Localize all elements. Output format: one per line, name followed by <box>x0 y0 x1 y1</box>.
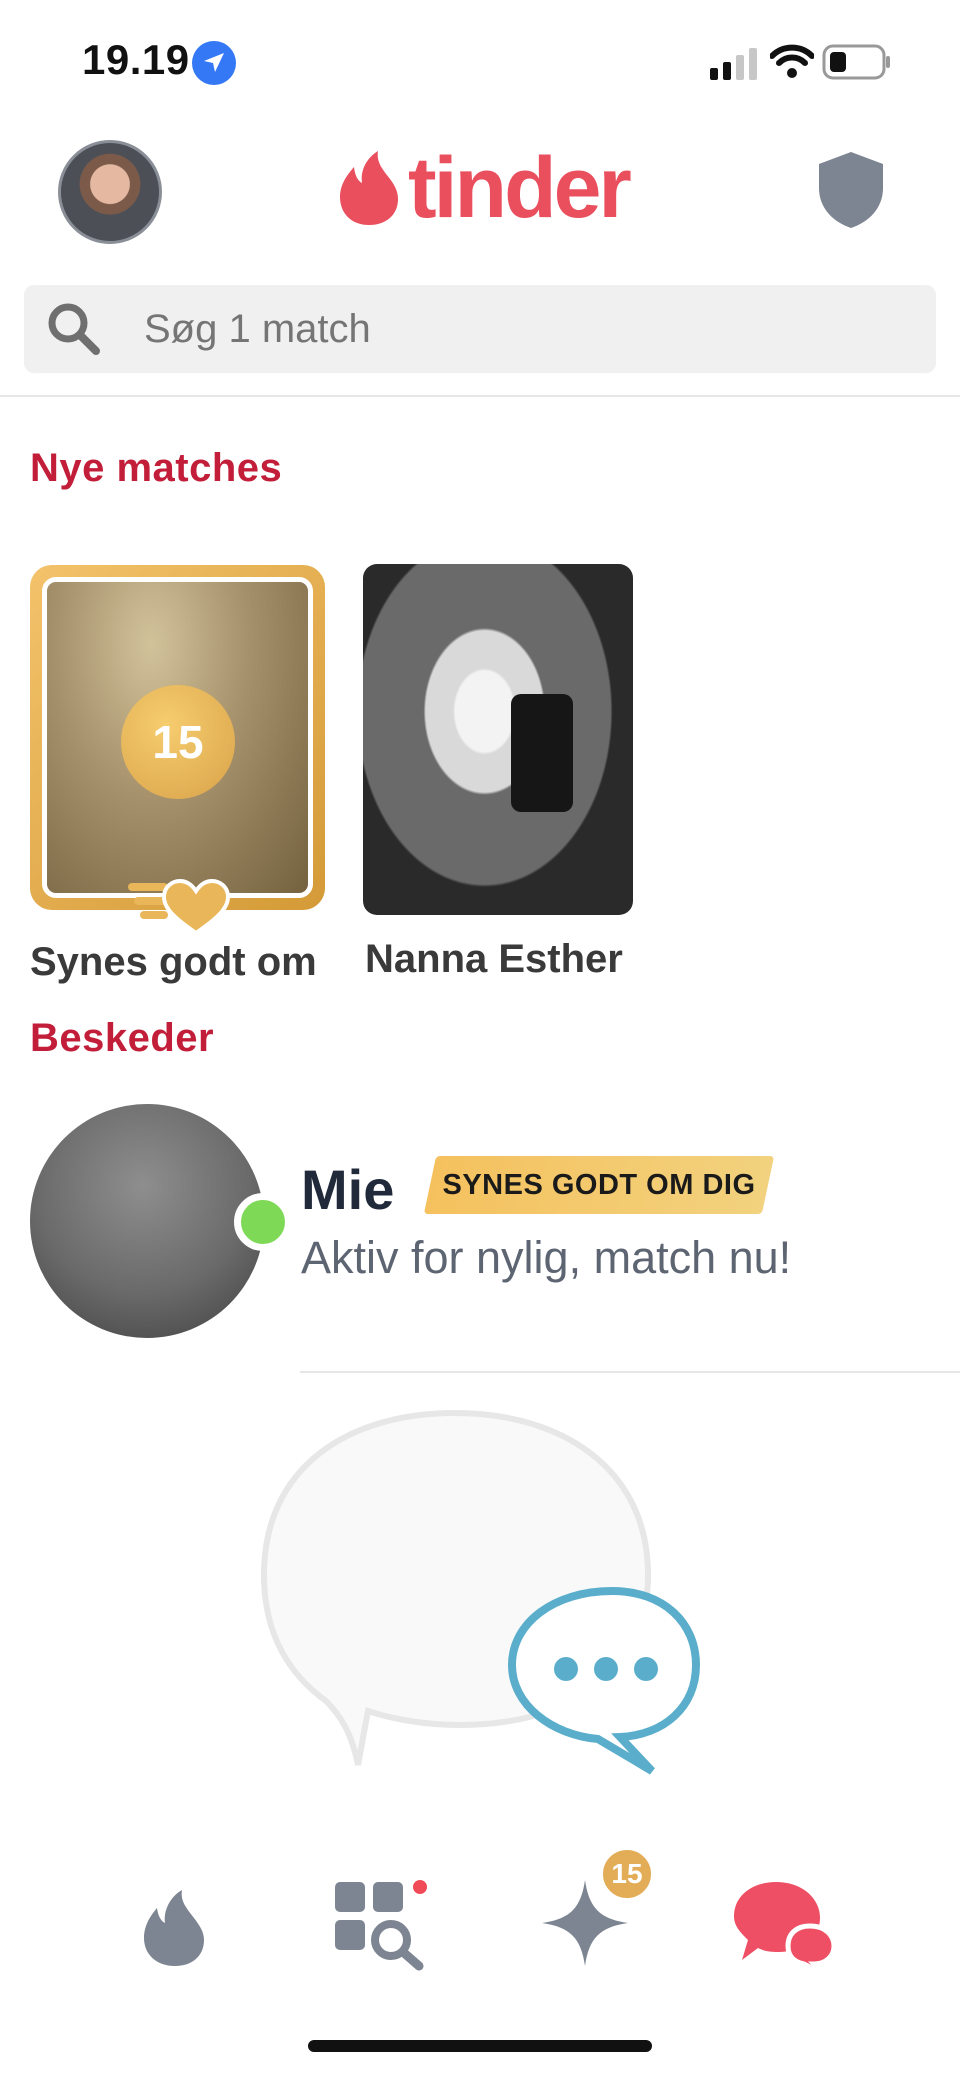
message-avatar[interactable] <box>30 1104 264 1338</box>
flame-logo-icon <box>340 151 398 225</box>
messages-title: Beskeder <box>30 1016 215 1060</box>
message-name: Mie <box>301 1158 395 1221</box>
photo-phone <box>511 694 573 812</box>
match-name-label: Nanna Esther <box>365 937 623 981</box>
logo-text: tinder <box>408 140 632 236</box>
likes-tile-label: Synes godt om <box>30 940 317 984</box>
likes-count-badge: 15 <box>121 685 235 799</box>
battery-icon <box>822 44 890 80</box>
notification-dot <box>413 1880 427 1894</box>
cellular-signal-icon <box>710 48 757 80</box>
profile-avatar[interactable] <box>58 140 162 244</box>
message-preview: Aktiv for nylig, match nu! <box>301 1232 792 1283</box>
likes-tile-background: 15 <box>42 577 313 898</box>
divider <box>300 1371 960 1373</box>
likes-tile[interactable]: 15 <box>30 565 325 936</box>
match-photo-tile[interactable] <box>363 564 633 915</box>
divider <box>0 395 960 397</box>
likes-you-tag: SYNES GODT OM DIG <box>442 1169 756 1201</box>
tinder-logo: tinder <box>338 140 632 236</box>
gold-heart-icon <box>128 878 231 936</box>
wifi-icon <box>770 44 814 78</box>
sparkle-badge: 15 <box>598 1845 656 1903</box>
home-indicator <box>308 2040 652 2052</box>
search-input[interactable] <box>144 285 904 373</box>
new-matches-title: Nye matches <box>30 446 283 490</box>
location-arrow-icon <box>192 41 236 85</box>
flame-icon[interactable] <box>120 1868 230 1978</box>
safety-shield-icon[interactable] <box>815 150 887 230</box>
status-time: 19.19 <box>82 36 190 83</box>
search-bar[interactable] <box>24 285 936 373</box>
online-status-dot <box>234 1193 292 1251</box>
chat-bubbles-illustration <box>260 1409 701 1775</box>
search-icon <box>48 303 100 355</box>
chat-icon[interactable] <box>730 1868 840 1978</box>
